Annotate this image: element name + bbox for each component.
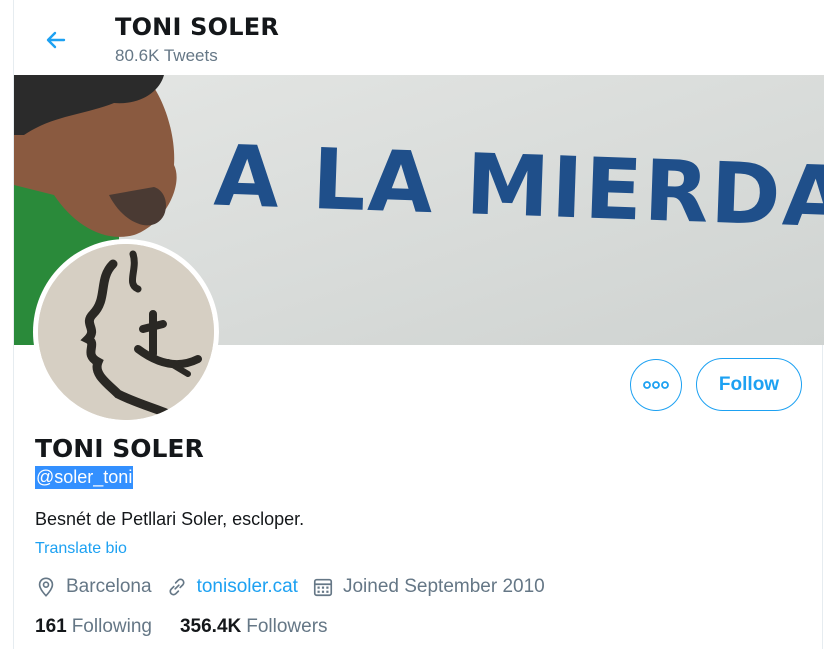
location-pin-icon	[38, 577, 54, 597]
avatar-image	[38, 244, 214, 420]
location-item: Barcelona	[35, 576, 152, 598]
following-label: Following	[71, 616, 152, 637]
avatar-drawing	[38, 244, 214, 420]
follow-button[interactable]: Follow	[696, 358, 802, 411]
followers-label: Followers	[246, 616, 328, 637]
profile-name: TONI SOLER	[35, 434, 204, 463]
profile-stats: 161 Following 356.4K Followers	[35, 616, 356, 638]
tweet-count: 80.6K Tweets	[115, 46, 218, 65]
header-title: TONI SOLER	[115, 13, 279, 41]
translate-bio-link[interactable]: Translate bio	[35, 540, 127, 558]
following-count: 161	[35, 616, 67, 637]
joined-text: Joined September 2010	[342, 576, 545, 597]
back-button[interactable]	[38, 22, 74, 58]
profile-avatar[interactable]	[33, 239, 219, 425]
calendar-icon	[313, 578, 333, 597]
top-bar: TONI SOLER 80.6K Tweets	[14, 0, 824, 75]
profile-page: TONI SOLER 80.6K Tweets A LA MIERDA! Fol…	[13, 0, 824, 649]
location-text: Barcelona	[66, 576, 152, 597]
link-icon	[169, 578, 185, 596]
profile-bio: Besnét de Petllari Soler, escloper.	[35, 509, 305, 529]
website-item: tonisoler.cat	[166, 576, 298, 598]
following-stat[interactable]: 161 Following	[35, 616, 152, 638]
followers-stat[interactable]: 356.4K Followers	[180, 616, 328, 638]
profile-handle: @soler_toni	[35, 466, 134, 489]
followers-count: 356.4K	[179, 616, 242, 637]
joined-item: Joined September 2010	[312, 576, 545, 598]
more-options-button[interactable]	[630, 359, 682, 411]
arrow-left-icon	[46, 31, 66, 49]
profile-meta: Barcelona tonisoler.cat Joined September…	[35, 575, 559, 599]
more-horizontal-icon	[643, 381, 669, 389]
website-link[interactable]: tonisoler.cat	[197, 576, 298, 598]
